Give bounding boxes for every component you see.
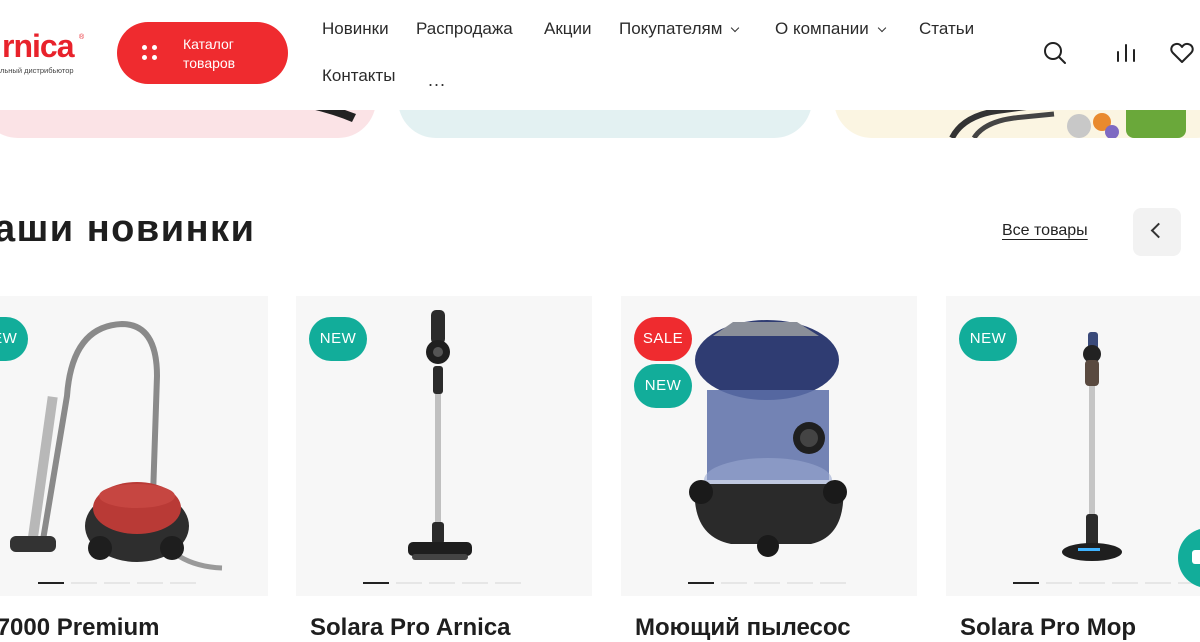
nav-item-customers[interactable]: Покупателям (619, 19, 740, 39)
new-badge: NEW (959, 317, 1017, 361)
logo-subtitle: льный дистрибьютор (0, 66, 74, 75)
nav-item-promotions[interactable]: Акции (544, 19, 592, 39)
product-card[interactable]: NEW Solara Pro Arnica (296, 296, 592, 641)
nav-item-label: Покупателям (619, 19, 723, 38)
nav-item-sale[interactable]: Распродажа (416, 19, 513, 39)
product-title[interactable]: Моющий пылесос (635, 614, 851, 642)
product-card[interactable]: NEW Solara Pro Mop (946, 296, 1200, 641)
sale-badge: SALE (634, 317, 692, 361)
image-slider-dots[interactable] (1013, 582, 1200, 585)
nav-item-label: О компании (775, 19, 869, 38)
section-title: аши новинки (0, 208, 256, 250)
chat-icon (1192, 550, 1200, 564)
nav-item-label: Новинки (322, 19, 389, 38)
nav-item-label: Акции (544, 19, 592, 38)
compare-icon[interactable] (1115, 43, 1137, 63)
logo[interactable]: rnica ® льный дистрибьютор (0, 28, 100, 78)
product-card[interactable]: NEW era 7000 Premium (0, 296, 268, 641)
chevron-down-icon (731, 23, 740, 33)
nav-more-button[interactable]: ... (428, 70, 446, 91)
site-header: rnica ® льный дистрибьютор Каталог товар… (0, 0, 1200, 110)
nav-item-label: Статьи (919, 19, 975, 38)
logo-trademark: ® (79, 34, 85, 41)
nav-item-articles[interactable]: Статьи (919, 19, 974, 39)
image-slider-dots[interactable] (38, 582, 238, 585)
product-title[interactable]: Solara Pro Arnica (310, 614, 511, 642)
chevron-left-icon (1150, 222, 1167, 239)
logo-wordmark: rnica (2, 28, 74, 64)
nav-item-label: Распродажа (416, 19, 513, 38)
catalog-button[interactable]: Каталог товаров (117, 22, 288, 84)
image-slider-dots[interactable] (688, 582, 888, 585)
search-icon[interactable] (1043, 41, 1067, 65)
nav-item-about[interactable]: О компании (775, 19, 887, 39)
new-badge: NEW (309, 317, 367, 361)
all-products-link[interactable]: Все товары (1002, 222, 1088, 240)
nav-item-new[interactable]: Новинки (322, 19, 389, 39)
favorites-icon[interactable] (1170, 42, 1194, 64)
product-title[interactable]: era 7000 Premium (0, 614, 159, 642)
grid-dots-icon (142, 45, 158, 61)
chevron-down-icon (877, 23, 887, 33)
carousel-prev-button[interactable] (1133, 208, 1181, 256)
product-card[interactable]: SALE NEW Моющий пылесос (621, 296, 917, 641)
vacuum-canister-image (0, 296, 268, 596)
product-title[interactable]: Solara Pro Mop (960, 614, 1136, 642)
nav-item-contacts[interactable]: Контакты (322, 66, 395, 86)
catalog-button-label: Каталог товаров (183, 36, 236, 71)
new-badge: NEW (634, 364, 692, 408)
nav-item-label: Контакты (322, 66, 396, 85)
image-slider-dots[interactable] (363, 582, 563, 585)
product-image[interactable] (0, 296, 268, 596)
